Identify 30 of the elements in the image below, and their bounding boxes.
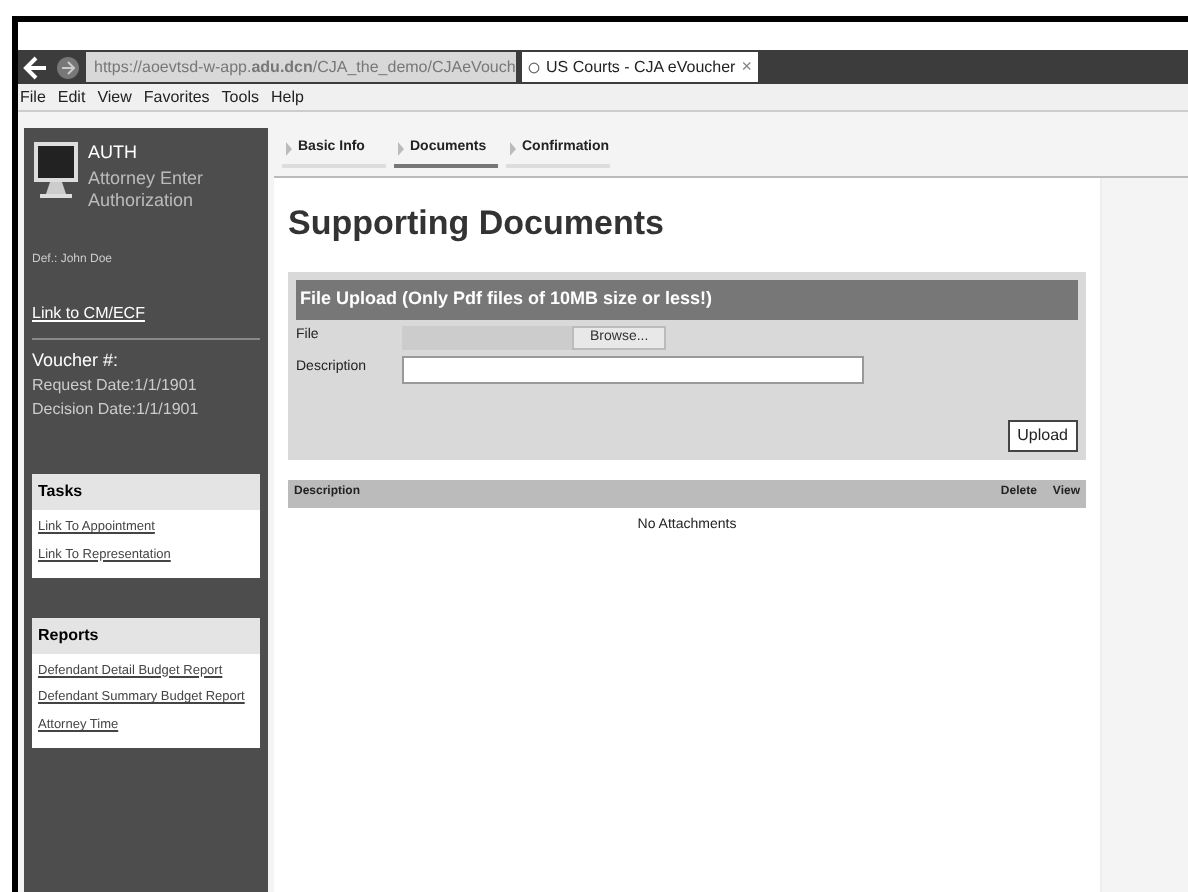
menu-item[interactable]: Edit [57,85,86,109]
request-date: Request Date:1/1/1901 [32,374,199,398]
tab-title: US Courts - CJA eVoucher [546,55,736,79]
upload-title: File Upload (Only Pdf files of 10MB size or less!) [296,280,1078,319]
chevron-icon [286,141,292,156]
monitor-icon [32,140,80,200]
description-field[interactable] [402,355,864,383]
decision-date: Decision Date:1/1/1901 [32,398,201,422]
url-text: https://aoevtsd-w-app.adu.dcn/CJA_the_demo/CJAeVouch [94,55,516,79]
menu-item[interactable]: Tools [221,85,259,109]
menu-item[interactable]: View [97,85,132,109]
file-field[interactable] [402,325,572,349]
panel-title: Reports [32,617,260,653]
forward-icon[interactable] [56,55,80,79]
upload-button[interactable]: Upload [1007,419,1078,451]
page-heading: Supporting Documents [288,201,666,246]
back-icon[interactable] [22,55,50,79]
voucher-label: Voucher #: [32,347,121,373]
chevron-icon [398,141,404,156]
role-title: Attorney Enter Authorization [88,167,206,211]
cmecf-link[interactable]: Link to CM/ECF [32,301,145,325]
close-tab-button[interactable]: × [741,53,752,81]
role-code: AUTH [88,140,139,166]
menu-item[interactable]: File [20,85,46,109]
panel-title: Tasks [32,474,260,510]
browser-tab[interactable]: US Courts - CJA eVoucher × [522,52,758,82]
menu-item[interactable]: Favorites [143,85,210,109]
page-icon [528,57,541,77]
menu-item[interactable]: Help [270,85,304,109]
chevron-icon [510,141,516,156]
